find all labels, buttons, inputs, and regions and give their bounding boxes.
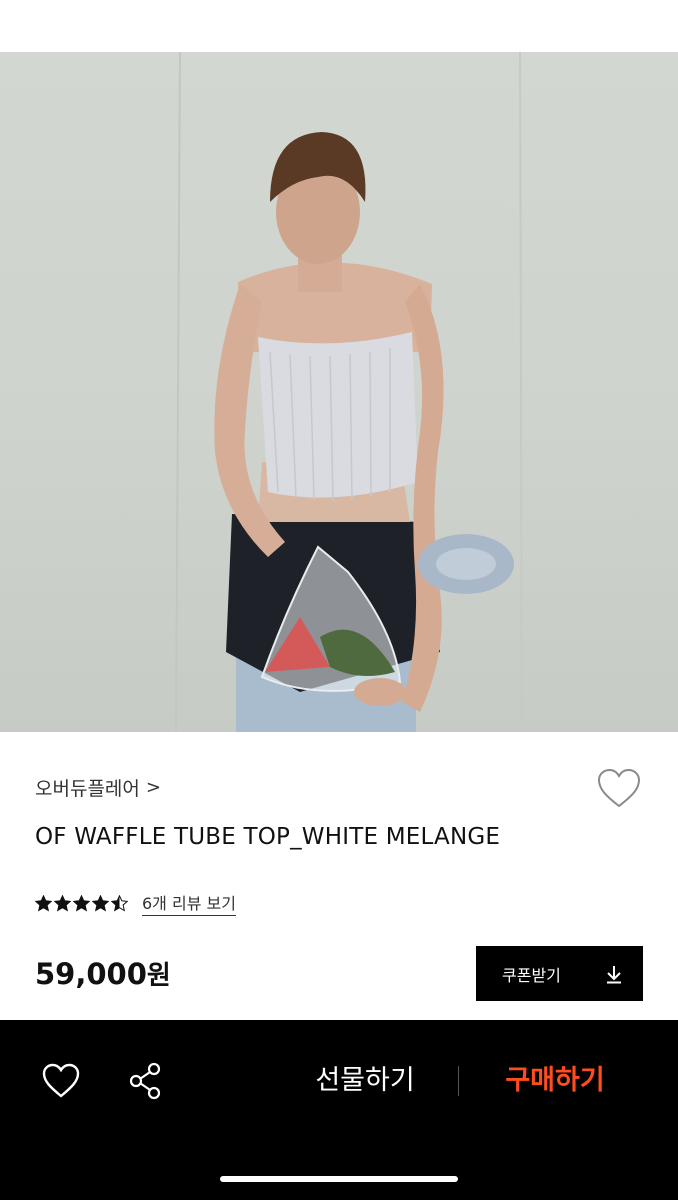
review-link[interactable]: 6개 리뷰 보기	[142, 890, 236, 916]
product-photo	[175, 52, 523, 732]
star-icon	[111, 894, 128, 912]
star-icon	[35, 894, 52, 912]
product-price: 59,000원	[35, 955, 171, 992]
share-button[interactable]	[127, 1061, 163, 1101]
product-title: OF WAFFLE TUBE TOP_WHITE MELANGE	[35, 824, 501, 850]
rating-stars	[35, 894, 128, 912]
product-image[interactable]	[0, 52, 678, 732]
bottom-wishlist-button[interactable]	[42, 1063, 80, 1099]
download-icon	[607, 965, 621, 983]
star-icon	[92, 894, 109, 912]
buy-button[interactable]: 구매하기	[490, 1060, 620, 1102]
bottom-action-bar	[0, 1020, 678, 1200]
price-value: 59,000	[35, 957, 147, 991]
home-indicator	[220, 1176, 458, 1182]
share-icon	[129, 1062, 161, 1100]
brand-label: 오버듀플레어	[35, 778, 140, 800]
star-icon	[54, 894, 71, 912]
star-icon	[73, 894, 90, 912]
chevron-right-icon: >	[145, 777, 161, 798]
coupon-label: 쿠폰받기	[502, 965, 561, 985]
bar-divider	[458, 1066, 459, 1096]
price-currency: 원	[146, 961, 171, 991]
brand-link[interactable]: 오버듀플레어 >	[35, 774, 161, 801]
rating-row: 6개 리뷰 보기	[35, 890, 236, 916]
wishlist-button[interactable]	[596, 768, 642, 810]
coupon-button[interactable]: 쿠폰받기	[476, 946, 643, 1001]
heart-outline-icon	[597, 768, 641, 808]
heart-outline-icon	[42, 1063, 80, 1098]
gift-button[interactable]: 선물하기	[300, 1060, 430, 1102]
